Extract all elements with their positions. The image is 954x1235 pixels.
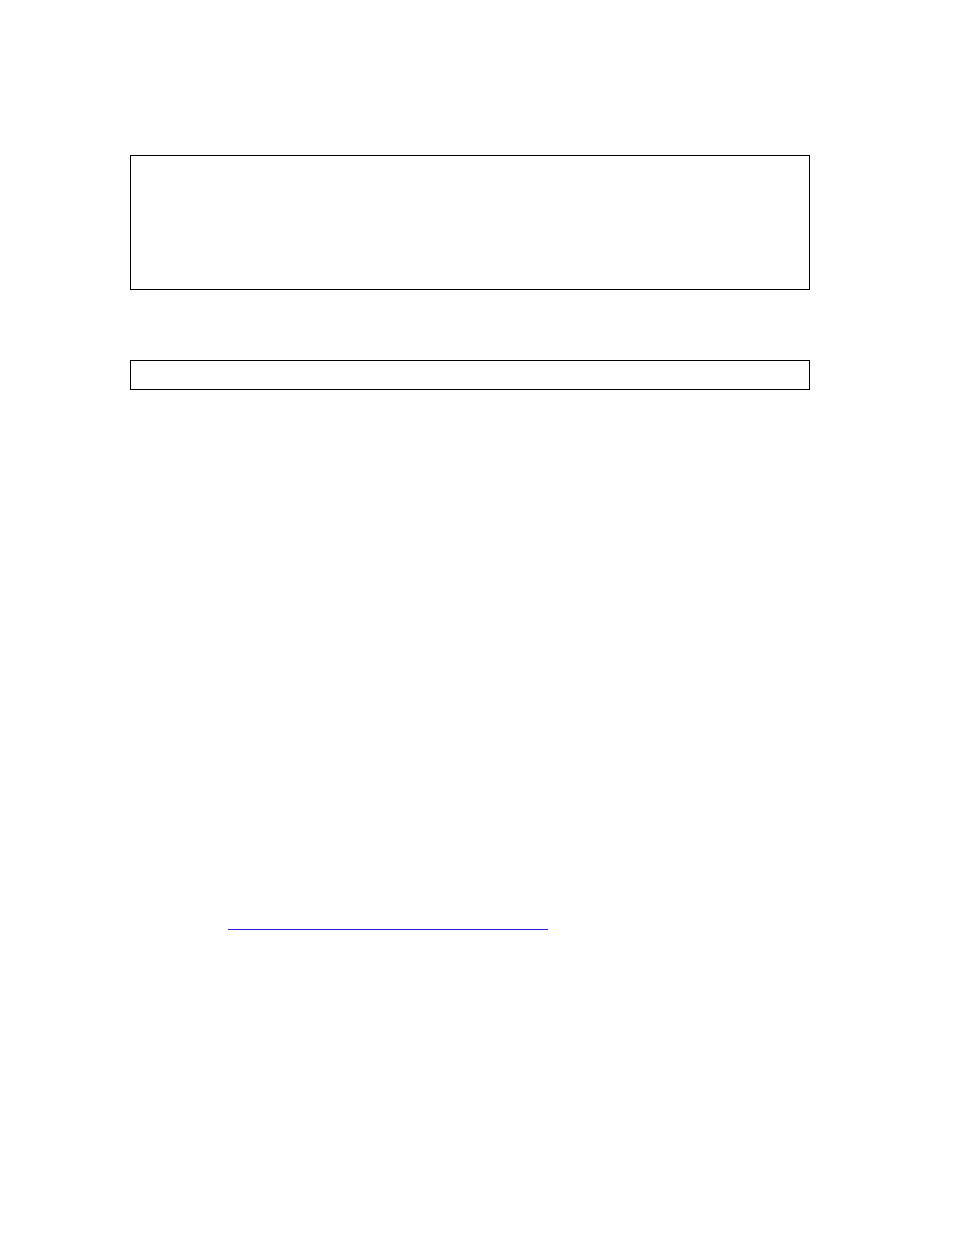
hyperlink-underline[interactable] xyxy=(228,929,548,930)
text-box-large xyxy=(130,155,810,290)
document-page xyxy=(0,0,954,1235)
text-box-small xyxy=(130,360,810,390)
